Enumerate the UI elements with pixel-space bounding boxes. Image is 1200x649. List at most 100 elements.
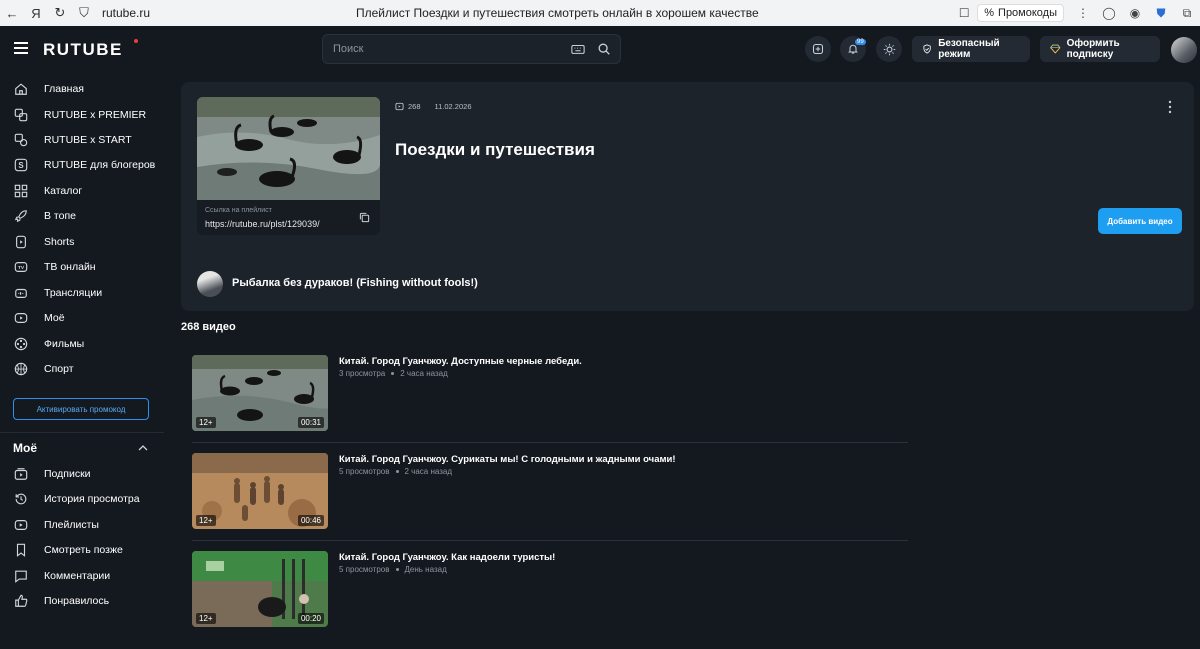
add-video-icon — [812, 43, 824, 55]
theme-toggle[interactable] — [876, 36, 902, 62]
sidebar-item-liked[interactable]: Понравилось — [0, 590, 164, 612]
video-item[interactable]: 12+ 00:20 Китай. Город Гуанчжоу. Как над… — [192, 551, 908, 649]
safe-mode-label: Безопасный режим — [938, 38, 1000, 60]
logo-dot — [134, 39, 138, 43]
more-options-icon[interactable] — [1167, 100, 1173, 114]
start-icon — [14, 133, 28, 147]
history-icon — [15, 493, 27, 505]
age-rating-badge: 12+ — [196, 417, 216, 428]
sidebar-item-premier[interactable]: RUTUBE x PREMIER — [0, 104, 164, 126]
keyboard-icon[interactable] — [571, 42, 585, 56]
video-title[interactable]: Китай. Город Гуанчжоу. Сурикаты мы! С го… — [339, 454, 676, 465]
sidebar-item-broadcasts[interactable]: Трансляции — [0, 282, 164, 304]
bookmark-page-icon[interactable]: ☐ — [951, 0, 977, 26]
video-count-icon — [395, 102, 404, 111]
sidebar-item-subscriptions[interactable]: Подписки — [0, 463, 164, 485]
shield-lock-icon: ⛉ — [79, 5, 89, 20]
video-thumbnail[interactable]: 12+ 00:46 — [192, 453, 328, 529]
menu-icon[interactable] — [14, 42, 28, 54]
my-icon — [14, 313, 28, 323]
playlist-link[interactable]: https://rutube.ru/plst/129039/ — [205, 219, 320, 229]
search-input[interactable] — [333, 41, 563, 57]
copy-icon[interactable] — [359, 212, 370, 223]
author-name[interactable]: Рыбалка без дураков! (Fishing without fo… — [232, 277, 478, 289]
author-avatar[interactable] — [197, 271, 223, 297]
sun-icon — [883, 43, 895, 55]
sidebar-item-tv[interactable]: TV ТВ онлайн — [0, 256, 164, 278]
sidebar-item-label: Спорт — [44, 363, 74, 375]
activate-promo-button[interactable]: Активировать промокод — [13, 398, 149, 420]
video-item[interactable]: 12+ 00:46 Китай. Город Гуанчжоу. Сурикат… — [192, 453, 908, 551]
sidebar-item-top[interactable]: В топе — [0, 205, 164, 227]
sidebar-item-playlists[interactable]: Плейлисты — [0, 514, 164, 536]
video-time: 2 часа назад — [400, 369, 448, 378]
subscribe-button[interactable]: Оформить подписку — [1040, 36, 1160, 62]
yandex-icon[interactable]: Я — [24, 0, 48, 26]
rutube-logo[interactable]: RUTUBE — [43, 40, 123, 60]
my-section-title[interactable]: Моё — [13, 441, 37, 455]
black-swans-image — [197, 97, 380, 200]
reload-icon[interactable]: ↻ — [48, 0, 72, 26]
videos-count-heading: 268 видео — [181, 321, 236, 333]
protect-icon[interactable]: ⛊ — [1148, 0, 1174, 26]
address-bar[interactable]: rutube.ru — [102, 6, 302, 20]
subscriptions-icon — [14, 468, 28, 480]
row-divider — [192, 540, 908, 541]
sidebar-item-shorts[interactable]: Shorts — [0, 231, 164, 253]
sport-icon — [14, 362, 28, 376]
sidebar-item-films[interactable]: Фильмы — [0, 333, 164, 355]
svg-text:TV: TV — [18, 265, 25, 271]
video-time: День назад — [404, 565, 447, 574]
sidebar-item-label: Комментарии — [44, 570, 111, 582]
browser-toolbar: ← Я ↻ ⛉ rutube.ru Плейлист Поездки и пут… — [0, 0, 1200, 26]
browser-promo-button[interactable]: % Промокоды — [977, 4, 1064, 22]
upload-button[interactable] — [805, 36, 831, 62]
bookmark-icon — [16, 543, 26, 557]
search-icon[interactable] — [597, 42, 611, 56]
extension-icon[interactable]: ◉ — [1122, 0, 1148, 26]
playlist-thumbnail[interactable] — [197, 97, 380, 200]
extensions-puzzle-icon[interactable]: ⧉ — [1174, 0, 1200, 26]
video-title[interactable]: Китай. Город Гуанчжоу. Как надоели турис… — [339, 552, 555, 563]
sidebar-item-label: Смотреть позже — [44, 544, 123, 556]
sidebar-item-comments[interactable]: Комментарии — [0, 565, 164, 587]
sidebar-item-sport[interactable]: Спорт — [0, 358, 164, 380]
sidebar-item-start[interactable]: RUTUBE x START — [0, 129, 164, 151]
video-views: 3 просмотра — [339, 369, 386, 378]
sidebar-item-bloggers[interactable]: S RUTUBE для блогеров — [0, 154, 164, 176]
tv-icon: TV — [14, 262, 28, 272]
video-item[interactable]: 12+ 00:31 Китай. Город Гуанчжоу. Доступн… — [192, 355, 908, 453]
premier-icon — [14, 108, 28, 122]
row-divider — [192, 442, 908, 443]
video-thumbnail[interactable]: 12+ 00:20 — [192, 551, 328, 627]
sidebar-item-history[interactable]: История просмотра — [0, 488, 164, 510]
notifications-button[interactable]: 99 — [840, 36, 866, 62]
sidebar-item-label: Понравилось — [44, 595, 110, 607]
age-rating-badge: 12+ — [196, 613, 216, 624]
alice-icon[interactable]: ◯ — [1096, 0, 1122, 26]
separator-dot — [395, 568, 399, 571]
sidebar-item-label: ТВ онлайн — [44, 261, 96, 273]
playlist-title: Поездки и путешествия — [395, 140, 595, 159]
add-video-button[interactable]: Добавить видео — [1098, 208, 1182, 234]
browser-tab-title: Плейлист Поездки и путешествия смотреть … — [356, 6, 759, 20]
diamond-icon — [1050, 44, 1061, 54]
video-thumbnail[interactable]: 12+ 00:31 — [192, 355, 328, 431]
sidebar: Главная RUTUBE x PREMIER RUTUBE x START … — [0, 70, 164, 633]
video-title[interactable]: Китай. Город Гуанчжоу. Доступные черные … — [339, 356, 582, 367]
chevron-up-icon[interactable] — [138, 443, 148, 453]
more-vertical-icon[interactable]: ⋮ — [1070, 0, 1096, 26]
percent-icon: % — [984, 7, 995, 19]
playlist-meta: 268 11.02.2026 — [395, 102, 472, 111]
sidebar-item-home[interactable]: Главная — [0, 78, 164, 100]
rocket-icon — [14, 210, 27, 223]
sidebar-divider — [0, 432, 164, 433]
sidebar-item-label: RUTUBE x START — [44, 134, 132, 146]
sidebar-item-watch-later[interactable]: Смотреть позже — [0, 539, 164, 561]
sidebar-item-my[interactable]: Моё — [0, 307, 164, 329]
sidebar-item-catalog[interactable]: Каталог — [0, 180, 164, 202]
safe-mode-button[interactable]: Безопасный режим — [912, 36, 1030, 62]
user-avatar[interactable] — [1171, 37, 1197, 63]
sidebar-item-label: Главная — [44, 83, 84, 95]
back-icon[interactable]: ← — [0, 0, 24, 26]
